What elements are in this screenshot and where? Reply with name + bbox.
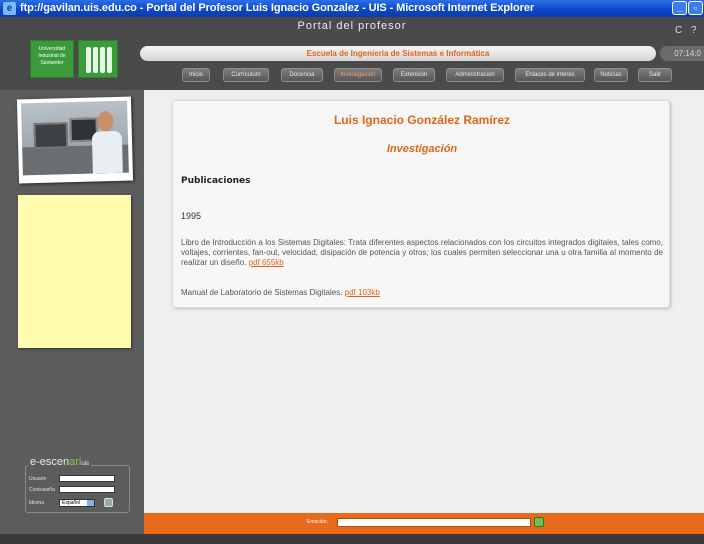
e-escenario-logo: e-escenariuis — [28, 456, 92, 468]
nav-item-curriculum[interactable]: Currículum — [223, 68, 269, 82]
brand-accent: ari — [69, 456, 82, 468]
brand-main: e-escen — [30, 456, 70, 468]
pdf-link[interactable]: pdf 655kb — [249, 258, 284, 267]
footer-go-button[interactable] — [534, 517, 544, 527]
pdf-link[interactable]: pdf 103kb — [345, 288, 380, 297]
clock: 07:14:0 — [660, 46, 704, 61]
password-label: Contraseña — [29, 487, 55, 493]
password-field[interactable] — [59, 486, 115, 493]
main-content: Luis Ignacio González Ramírez Investigac… — [144, 90, 704, 513]
window-title: ftp://gavilan.uis.edu.co - Portal del Pr… — [20, 2, 535, 14]
footer-label: Emoción: — [307, 519, 328, 525]
nav-item-inicio[interactable]: Inicio — [182, 68, 210, 82]
sidebar: Usuario Contraseña Idioma Español e-esce… — [0, 90, 144, 513]
login-box: Usuario Contraseña Idioma Español — [25, 465, 130, 513]
publication-text: Manual de Laboratorio de Sistemas Digita… — [181, 288, 343, 297]
professor-name: Luis Ignacio González Ramírez — [333, 113, 511, 127]
nav-item-administracion[interactable]: Administración — [446, 68, 504, 82]
chevron-down-icon — [87, 500, 94, 506]
publication-item: Manual de Laboratorio de Sistemas Digita… — [181, 288, 380, 297]
portal-header: Portal del profesor C ? Universidad Indu… — [0, 17, 704, 90]
language-label: Idioma — [29, 500, 45, 506]
login-button[interactable] — [104, 498, 113, 507]
school-name: Escuela de Ingeniería de Sistemas e Info… — [140, 46, 656, 61]
main-nav: Inicio Currículum Docencia Investigación… — [0, 67, 704, 85]
content-card: Luis Ignacio González Ramírez Investigac… — [172, 100, 670, 308]
restore-button[interactable]: ▫ — [688, 1, 703, 15]
window-titlebar: e ftp://gavilan.uis.edu.co - Portal del … — [0, 0, 704, 17]
help-icons[interactable]: C ? — [675, 25, 700, 36]
sidebar-footer — [0, 513, 144, 534]
minimize-button[interactable]: _ — [672, 1, 687, 15]
language-value: Español — [62, 500, 81, 506]
status-bar — [0, 534, 704, 544]
footer-input[interactable] — [337, 518, 531, 527]
language-select[interactable]: Español — [59, 499, 95, 507]
nav-item-enlaces[interactable]: Enlaces de interés — [515, 68, 585, 82]
nav-item-extension[interactable]: Extensión — [393, 68, 435, 82]
nav-item-salir[interactable]: Salir — [638, 68, 672, 82]
ie-icon: e — [3, 2, 16, 15]
publications-heading: Publicaciones — [181, 176, 251, 186]
browser-window: e ftp://gavilan.uis.edu.co - Portal del … — [0, 0, 704, 544]
publication-item: Libro de Introducción a los Sistemas Dig… — [181, 238, 663, 268]
note-panel — [18, 195, 131, 348]
brand-suffix: uis — [81, 461, 90, 467]
user-label: Usuario — [29, 476, 47, 482]
nav-item-noticias[interactable]: Noticias — [594, 68, 628, 82]
publication-year: 1995 — [181, 211, 202, 221]
professor-photo — [16, 96, 134, 184]
portal-title: Portal del profesor — [297, 20, 407, 32]
user-field[interactable] — [59, 475, 115, 482]
section-title: Investigación — [386, 143, 458, 155]
nav-item-investigacion[interactable]: Investigación — [334, 68, 382, 82]
nav-item-docencia[interactable]: Docencia — [281, 68, 323, 82]
footer-bar: Emoción: — [144, 513, 704, 534]
